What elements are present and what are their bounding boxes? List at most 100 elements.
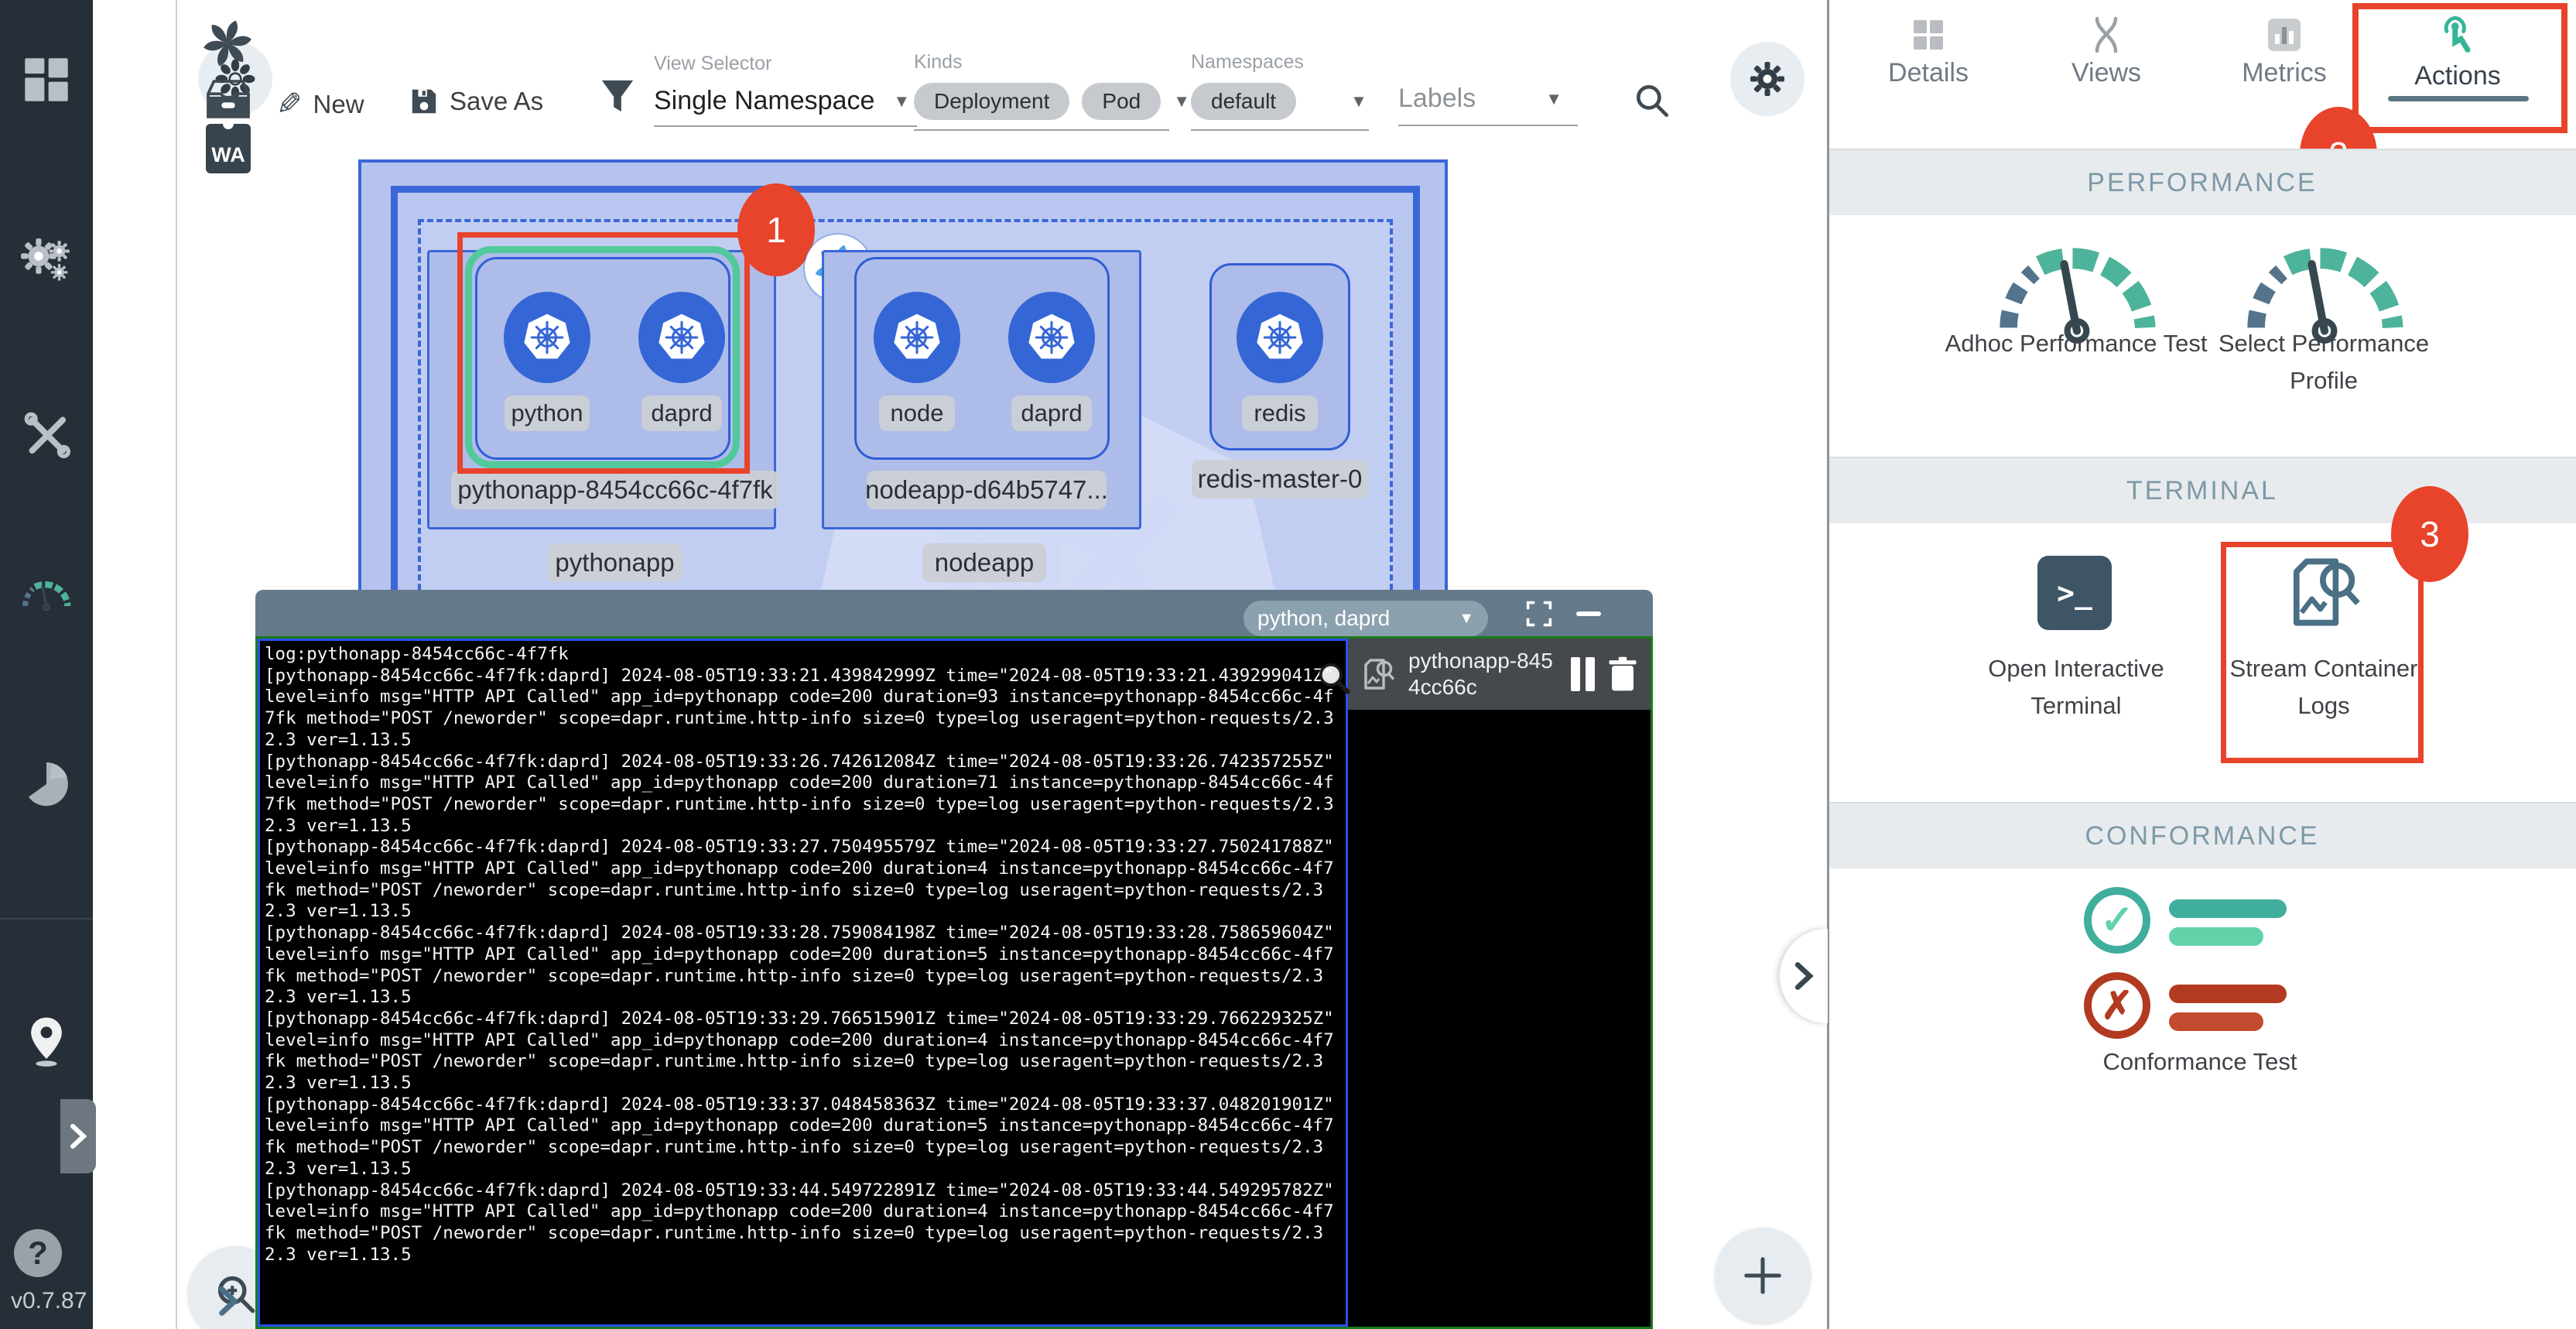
- kubernetes-icon: [1250, 308, 1309, 367]
- conformance-test-action[interactable]: Conformance Test: [2084, 1043, 2316, 1081]
- annotation-rect-3: [2221, 542, 2424, 763]
- view-selector-value: Single Namespace: [654, 86, 874, 116]
- pencil-icon: ✎: [276, 87, 303, 122]
- trash-icon[interactable]: [1606, 656, 1640, 693]
- version-label: v0.7.87: [11, 1288, 87, 1314]
- tab-metrics-label: Metrics: [2195, 58, 2373, 88]
- kubernetes-icon: [888, 308, 946, 367]
- pause-icon[interactable]: [1571, 657, 1595, 691]
- panel-divider: [1827, 0, 1829, 1329]
- search-icon[interactable]: [1632, 80, 1672, 125]
- container-daprd[interactable]: [1008, 292, 1095, 383]
- fullscreen-icon[interactable]: [1525, 600, 1553, 628]
- container-selector-value: python, daprd: [1257, 606, 1449, 631]
- save-as-label: Save As: [450, 87, 543, 116]
- interactive-terminal-icon[interactable]: >_: [2037, 556, 2112, 630]
- location-pin-icon[interactable]: [0, 998, 93, 1084]
- filter-icon[interactable]: [599, 76, 636, 120]
- minimize-icon[interactable]: [1576, 611, 1601, 616]
- log-line: [pythonapp-8454cc66c-4f7fk:daprd] 2024-0…: [265, 923, 1341, 1009]
- terminal-content: log:pythonapp-8454cc66c-4f7fk[pythonapp-…: [255, 636, 1653, 1329]
- namespaces-label: Namespaces: [1191, 51, 1369, 74]
- x-icon: ✗: [2101, 983, 2133, 1028]
- annotation-badge-3: 3: [2391, 486, 2468, 582]
- log-line: [pythonapp-8454cc66c-4f7fk:daprd] 2024-0…: [265, 752, 1341, 837]
- log-line: [pythonapp-8454cc66c-4f7fk:daprd] 2024-0…: [265, 1094, 1341, 1180]
- performance-gauge-icon[interactable]: [0, 551, 93, 636]
- log-line: [pythonapp-8454cc66c-4f7fk:daprd] 2024-0…: [265, 837, 1341, 923]
- rail-expand-chevron-icon[interactable]: [206, 1279, 251, 1324]
- tools-icon[interactable]: [0, 392, 93, 477]
- container-node[interactable]: [874, 292, 960, 383]
- container-label: redis: [1242, 396, 1318, 431]
- section-performance-header: PERFORMANCE: [1829, 149, 2576, 215]
- views-icon: [2087, 15, 2126, 54]
- details-grid-icon: [1909, 15, 1948, 54]
- log-line: [pythonapp-8454cc66c-4f7fk:daprd] 2024-0…: [265, 666, 1341, 752]
- app-window: ? v0.7.87 WA ✎: [0, 0, 2576, 1329]
- tab-views-label: Views: [2017, 58, 2195, 88]
- settings-gears-icon[interactable]: [0, 221, 93, 307]
- sidebar-expand-tab[interactable]: [60, 1099, 96, 1173]
- container-label: node: [879, 396, 955, 431]
- wa-notch: [223, 118, 234, 129]
- kubernetes-icon: [1022, 308, 1081, 367]
- chevron-down-icon: ▼: [1545, 89, 1562, 109]
- metrics-icon: [2265, 15, 2304, 54]
- right-panel: Details Views Metrics Actions 2 PERFORMA…: [1829, 0, 2576, 1329]
- new-button-label: New: [313, 90, 364, 119]
- kind-chip-pod[interactable]: Pod: [1082, 83, 1161, 120]
- pod-name-label: redis-master-0: [1192, 460, 1368, 498]
- tab-views[interactable]: Views: [2017, 15, 2195, 88]
- container-selector-dropdown[interactable]: python, daprd ▼: [1244, 601, 1488, 636]
- pod-name-label: pythonapp-8454cc66c-4f7fk: [451, 471, 779, 509]
- section-conformance-header: CONFORMANCE: [1829, 802, 2576, 868]
- archive-inbox-icon[interactable]: [201, 74, 255, 124]
- select-performance-profile-action[interactable]: Select Performance Profile: [2192, 325, 2455, 399]
- new-button[interactable]: ✎ New: [276, 87, 364, 122]
- chevron-down-icon: ▼: [1350, 91, 1367, 111]
- tab-details[interactable]: Details: [1839, 15, 2017, 88]
- namespace-chip-default[interactable]: default: [1191, 83, 1296, 120]
- add-button[interactable]: [1715, 1228, 1811, 1324]
- help-icon[interactable]: ?: [14, 1229, 62, 1277]
- log-stream-tab-title: pythonapp-8454cc66c: [1408, 648, 1560, 700]
- terminal-sidebar: pythonapp-8454cc66c: [1348, 639, 1651, 1327]
- adhoc-performance-test-action[interactable]: Adhoc Performance Test: [1945, 325, 2208, 362]
- container-redis[interactable]: [1237, 292, 1323, 383]
- deployment-name-label: nodeapp: [922, 543, 1046, 582]
- pod-name-label: nodeapp-d64b5747...: [867, 471, 1107, 509]
- log-stream-tab[interactable]: pythonapp-8454cc66c: [1348, 639, 1651, 710]
- log-pane[interactable]: log:pythonapp-8454cc66c-4f7fk[pythonapp-…: [258, 639, 1348, 1327]
- check-icon: ✓: [2100, 897, 2134, 944]
- kinds-filter[interactable]: Kinds Deployment Pod ▼: [914, 51, 1190, 131]
- labels-placeholder: Labels: [1398, 84, 1476, 114]
- annotation-rect-1: [457, 232, 750, 474]
- terminal-window: python, daprd ▼ log:pythonapp-8454cc66c-…: [255, 590, 1653, 1329]
- container-label: daprd: [1011, 396, 1092, 431]
- terminal-header[interactable]: python, daprd ▼: [255, 590, 1653, 636]
- log-line: [pythonapp-8454cc66c-4f7fk:daprd] 2024-0…: [265, 1180, 1341, 1266]
- namespaces-filter[interactable]: Namespaces default ▼: [1191, 51, 1369, 131]
- open-interactive-terminal-action[interactable]: Open Interactive Terminal: [1960, 650, 2192, 724]
- tab-metrics[interactable]: Metrics: [2195, 15, 2373, 88]
- save-as-button[interactable]: Save As: [409, 87, 543, 116]
- left-sidebar: ? v0.7.87: [0, 0, 93, 1329]
- deployment-name-label: pythonapp: [547, 543, 682, 582]
- chevron-down-icon: ▼: [1459, 610, 1474, 628]
- save-icon: [409, 87, 439, 116]
- dashboard-icon[interactable]: [0, 37, 93, 122]
- kind-chip-deployment[interactable]: Deployment: [914, 83, 1069, 120]
- canvas-settings-button[interactable]: [1730, 42, 1805, 116]
- log-line: [pythonapp-8454cc66c-4f7fk:daprd] 2024-0…: [265, 1009, 1341, 1094]
- chart-pie-icon[interactable]: [0, 742, 93, 827]
- dapr-spiral-icon[interactable]: [198, 14, 257, 73]
- tab-details-label: Details: [1839, 58, 2017, 88]
- labels-filter[interactable]: Labels ▼: [1398, 84, 1578, 126]
- view-selector[interactable]: View Selector Single Namespace ▼: [654, 53, 917, 127]
- icon-rail: WA: [93, 0, 177, 1329]
- annotation-badge-1: 1: [737, 183, 815, 276]
- log-line: log:pythonapp-8454cc66c-4f7fk: [265, 644, 1341, 666]
- annotation-rect-2: [2352, 3, 2567, 133]
- view-selector-label: View Selector: [654, 53, 917, 75]
